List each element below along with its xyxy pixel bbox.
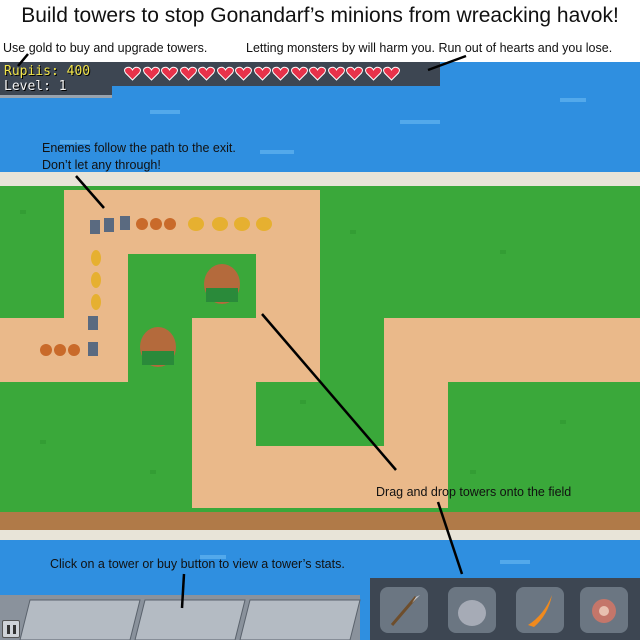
heart-icon [346,66,363,81]
level-counter: Level: 1 [4,79,67,94]
gold-counter: Rupiis: 400 [4,64,91,79]
pause-button[interactable] [2,620,20,638]
path-tip-line2: Don’t let any through! [42,158,161,172]
heart-icon [216,66,234,81]
heart-icon [383,66,400,81]
shop-button-meat[interactable] [578,585,630,635]
placed-tower-2 [140,327,176,367]
tutorial-title: Build towers to stop Gonandarf’s minions… [21,4,619,27]
path-tip-line1: Enemies follow the path to the exit. [42,141,236,155]
heart-icon [198,66,215,81]
shop-button-fire[interactable] [514,585,566,635]
flame-icon [516,587,564,633]
heart-icon [179,66,197,81]
shop-button-spear[interactable] [378,585,430,635]
shop-button-rock[interactable] [446,585,498,635]
drag-tip: Drag and drop towers onto the field [376,485,572,499]
heart-icon [161,66,178,81]
heart-icon [290,66,308,81]
stats-tip: Click on a tower or buy button to view a… [50,557,345,571]
rock-icon [448,587,496,633]
heart-icon [327,66,345,81]
heart-icon [309,66,326,81]
heart-icon [124,66,141,81]
heart-icon [364,66,382,81]
heart-icon [235,66,252,81]
spear-icon [380,587,428,633]
heart-icon [272,66,289,81]
hearts-bar [124,66,400,81]
gold-tip: Use gold to buy and upgrade towers. [3,41,208,55]
placed-tower-1 [204,264,240,304]
hearts-tip: Letting monsters by will harm you. Run o… [246,41,613,55]
heart-icon [142,66,160,81]
heart-icon [253,66,271,81]
meat-icon [580,587,628,633]
